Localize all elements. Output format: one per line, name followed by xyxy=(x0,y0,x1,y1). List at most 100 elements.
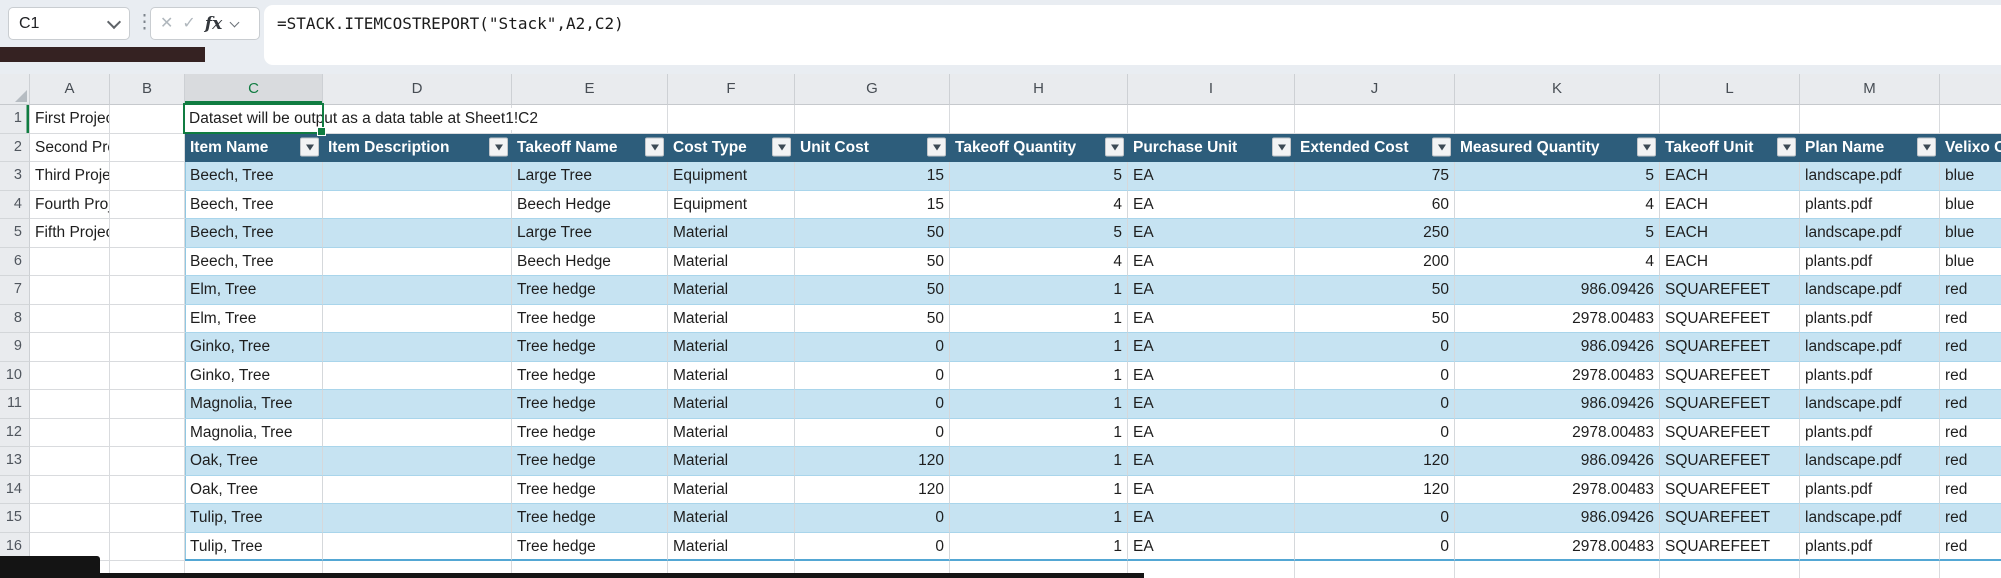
cell-J5[interactable]: 250 xyxy=(1295,219,1455,248)
cell-B1[interactable] xyxy=(110,105,185,134)
cell-N8[interactable]: red xyxy=(1940,305,2001,334)
cell-E5[interactable]: Large Tree xyxy=(512,219,668,248)
filter-button[interactable] xyxy=(489,138,508,157)
cell-D6[interactable] xyxy=(323,248,512,277)
column-header-B[interactable]: B xyxy=(110,74,185,105)
cell-L9[interactable]: SQUAREFEET xyxy=(1660,333,1800,362)
cell-B3[interactable] xyxy=(110,162,185,191)
cell-F8[interactable]: Material xyxy=(668,305,795,334)
table-header-K2[interactable]: Measured Quantity xyxy=(1455,134,1660,163)
cell-L7[interactable]: SQUAREFEET xyxy=(1660,276,1800,305)
cell-D15[interactable] xyxy=(323,504,512,533)
cell-C15[interactable]: Tulip, Tree xyxy=(185,504,323,533)
cell-I1[interactable] xyxy=(1128,105,1295,134)
table-header-N2[interactable]: Velixo C xyxy=(1940,134,2001,163)
cell-G8[interactable]: 50 xyxy=(795,305,950,334)
cell-M5[interactable]: landscape.pdf xyxy=(1800,219,1940,248)
cell-M17[interactable] xyxy=(1800,561,1940,578)
cell-G14[interactable]: 120 xyxy=(795,476,950,505)
cell-N13[interactable]: red xyxy=(1940,447,2001,476)
cell-A6[interactable] xyxy=(30,248,110,277)
cell-K10[interactable]: 2978.00483 xyxy=(1455,362,1660,391)
cell-K17[interactable] xyxy=(1455,561,1660,578)
cell-F7[interactable]: Material xyxy=(668,276,795,305)
cell-D9[interactable] xyxy=(323,333,512,362)
cell-L3[interactable]: EACH xyxy=(1660,162,1800,191)
cell-H12[interactable]: 1 xyxy=(950,419,1128,448)
cell-M12[interactable]: plants.pdf xyxy=(1800,419,1940,448)
cell-C16[interactable]: Tulip, Tree xyxy=(185,533,323,562)
table-header-H2[interactable]: Takeoff Quantity xyxy=(950,134,1128,163)
cell-H4[interactable]: 4 xyxy=(950,191,1128,220)
cell-B8[interactable] xyxy=(110,305,185,334)
cell-J4[interactable]: 60 xyxy=(1295,191,1455,220)
cell-J16[interactable]: 0 xyxy=(1295,533,1455,562)
row-header-9[interactable]: 9 xyxy=(0,333,30,362)
cell-D12[interactable] xyxy=(323,419,512,448)
cell-C13[interactable]: Oak, Tree xyxy=(185,447,323,476)
cell-N16[interactable]: red xyxy=(1940,533,2001,562)
column-header-C[interactable]: C xyxy=(185,74,323,105)
cell-I5[interactable]: EA xyxy=(1128,219,1295,248)
cell-M6[interactable]: plants.pdf xyxy=(1800,248,1940,277)
cell-J9[interactable]: 0 xyxy=(1295,333,1455,362)
cell-D13[interactable] xyxy=(323,447,512,476)
cell-N1[interactable] xyxy=(1940,105,2001,134)
cell-G12[interactable]: 0 xyxy=(795,419,950,448)
column-header-H[interactable]: H xyxy=(950,74,1128,105)
row-header-13[interactable]: 13 xyxy=(0,447,30,476)
confirm-icon[interactable]: ✓ xyxy=(182,16,195,32)
name-box[interactable]: C1 xyxy=(8,7,130,40)
filter-button[interactable] xyxy=(772,138,791,157)
cell-M10[interactable]: plants.pdf xyxy=(1800,362,1940,391)
cell-B16[interactable] xyxy=(110,533,185,562)
cell-N9[interactable]: red xyxy=(1940,333,2001,362)
row-header-2[interactable]: 2 xyxy=(0,134,30,163)
cell-D14[interactable] xyxy=(323,476,512,505)
cell-D16[interactable] xyxy=(323,533,512,562)
cell-N15[interactable]: red xyxy=(1940,504,2001,533)
cell-F12[interactable]: Material xyxy=(668,419,795,448)
cell-K12[interactable]: 2978.00483 xyxy=(1455,419,1660,448)
cell-K13[interactable]: 986.09426 xyxy=(1455,447,1660,476)
filter-button[interactable] xyxy=(1777,138,1796,157)
cell-C4[interactable]: Beech, Tree xyxy=(185,191,323,220)
filter-button[interactable] xyxy=(645,138,664,157)
cell-H15[interactable]: 1 xyxy=(950,504,1128,533)
cell-N10[interactable]: red xyxy=(1940,362,2001,391)
cell-N14[interactable]: red xyxy=(1940,476,2001,505)
cell-H6[interactable]: 4 xyxy=(950,248,1128,277)
cell-K14[interactable]: 2978.00483 xyxy=(1455,476,1660,505)
cell-F4[interactable]: Equipment xyxy=(668,191,795,220)
table-header-J2[interactable]: Extended Cost xyxy=(1295,134,1455,163)
column-header-I[interactable]: I xyxy=(1128,74,1295,105)
cell-I9[interactable]: EA xyxy=(1128,333,1295,362)
column-header-G[interactable]: G xyxy=(795,74,950,105)
cell-H10[interactable]: 1 xyxy=(950,362,1128,391)
cell-F6[interactable]: Material xyxy=(668,248,795,277)
column-header-M[interactable]: M xyxy=(1800,74,1940,105)
cell-H7[interactable]: 1 xyxy=(950,276,1128,305)
cell-D1[interactable] xyxy=(323,105,512,134)
cell-B11[interactable] xyxy=(110,390,185,419)
cell-E9[interactable]: Tree hedge xyxy=(512,333,668,362)
cell-C9[interactable]: Ginko, Tree xyxy=(185,333,323,362)
cell-M13[interactable]: landscape.pdf xyxy=(1800,447,1940,476)
cell-J6[interactable]: 200 xyxy=(1295,248,1455,277)
row-header-14[interactable]: 14 xyxy=(0,476,30,505)
cell-J3[interactable]: 75 xyxy=(1295,162,1455,191)
row-header-3[interactable]: 3 xyxy=(0,162,30,191)
cell-A11[interactable] xyxy=(30,390,110,419)
cell-J1[interactable] xyxy=(1295,105,1455,134)
cell-G15[interactable]: 0 xyxy=(795,504,950,533)
formula-bar-input[interactable]: =STACK.ITEMCOSTREPORT("Stack",A2,C2) xyxy=(264,5,2001,65)
cell-B13[interactable] xyxy=(110,447,185,476)
table-header-I2[interactable]: Purchase Unit xyxy=(1128,134,1295,163)
cell-F16[interactable]: Material xyxy=(668,533,795,562)
cell-A1[interactable]: First Project xyxy=(30,105,110,134)
cell-J8[interactable]: 50 xyxy=(1295,305,1455,334)
cell-B5[interactable] xyxy=(110,219,185,248)
cell-I6[interactable]: EA xyxy=(1128,248,1295,277)
cell-L13[interactable]: SQUAREFEET xyxy=(1660,447,1800,476)
cell-N5[interactable]: blue xyxy=(1940,219,2001,248)
